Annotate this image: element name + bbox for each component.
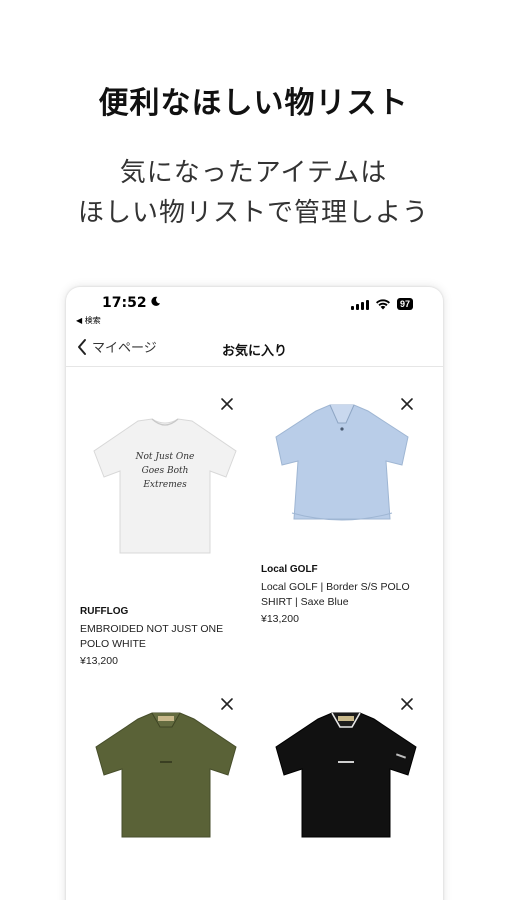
product-brand: RUFFLOG (80, 606, 129, 617)
promo-headline: 便利なほしい物リスト (98, 86, 409, 121)
svg-text:Not Just One: Not Just One (135, 452, 195, 462)
wifi-icon (375, 299, 390, 310)
product-price: ¥13,200 (80, 655, 118, 667)
promo-subline-2: ほしい物リストで管理しよう (77, 198, 429, 228)
remove-favorite-close-icon[interactable] (400, 697, 414, 711)
product-image-blue-polo[interactable] (272, 403, 412, 531)
promo-subline-1: 気になったアイテムは (119, 158, 388, 188)
phone-screenshot: 17:52 ◀ 検索 97 マイページ お気に入り Not Just One G… (66, 287, 443, 900)
product-image-olive-polo[interactable] (92, 711, 240, 841)
product-price: ¥13,200 (261, 613, 299, 625)
moon-icon (151, 296, 161, 306)
product-image-white-polo[interactable]: Not Just One Goes Both Extremes (90, 415, 240, 560)
status-time: 17:52 (102, 295, 147, 311)
svg-text:Goes Both: Goes Both (142, 466, 189, 476)
page-title: お気に入り (221, 344, 287, 359)
product-name-line-2: SHIRT | Saxe Blue (261, 596, 349, 608)
product-name-line-1: EMBROIDED NOT JUST ONE (80, 623, 224, 635)
product-brand: Local GOLF (261, 564, 318, 575)
svg-text:Extremes: Extremes (142, 480, 187, 490)
product-name-line-1: Local GOLF | Border S/S POLO (261, 581, 410, 593)
product-name-line-2: POLO WHITE (80, 638, 146, 650)
signal-icon (350, 299, 369, 310)
navigation-bar: マイページ お気に入り (66, 333, 443, 367)
remove-favorite-close-icon[interactable] (220, 397, 234, 411)
back-to-search-link[interactable]: ◀ 検索 (76, 315, 101, 326)
status-indicators: 97 (350, 298, 413, 310)
product-image-black-polo[interactable] (272, 711, 420, 841)
remove-favorite-close-icon[interactable] (220, 697, 234, 711)
battery-indicator: 97 (396, 298, 413, 310)
